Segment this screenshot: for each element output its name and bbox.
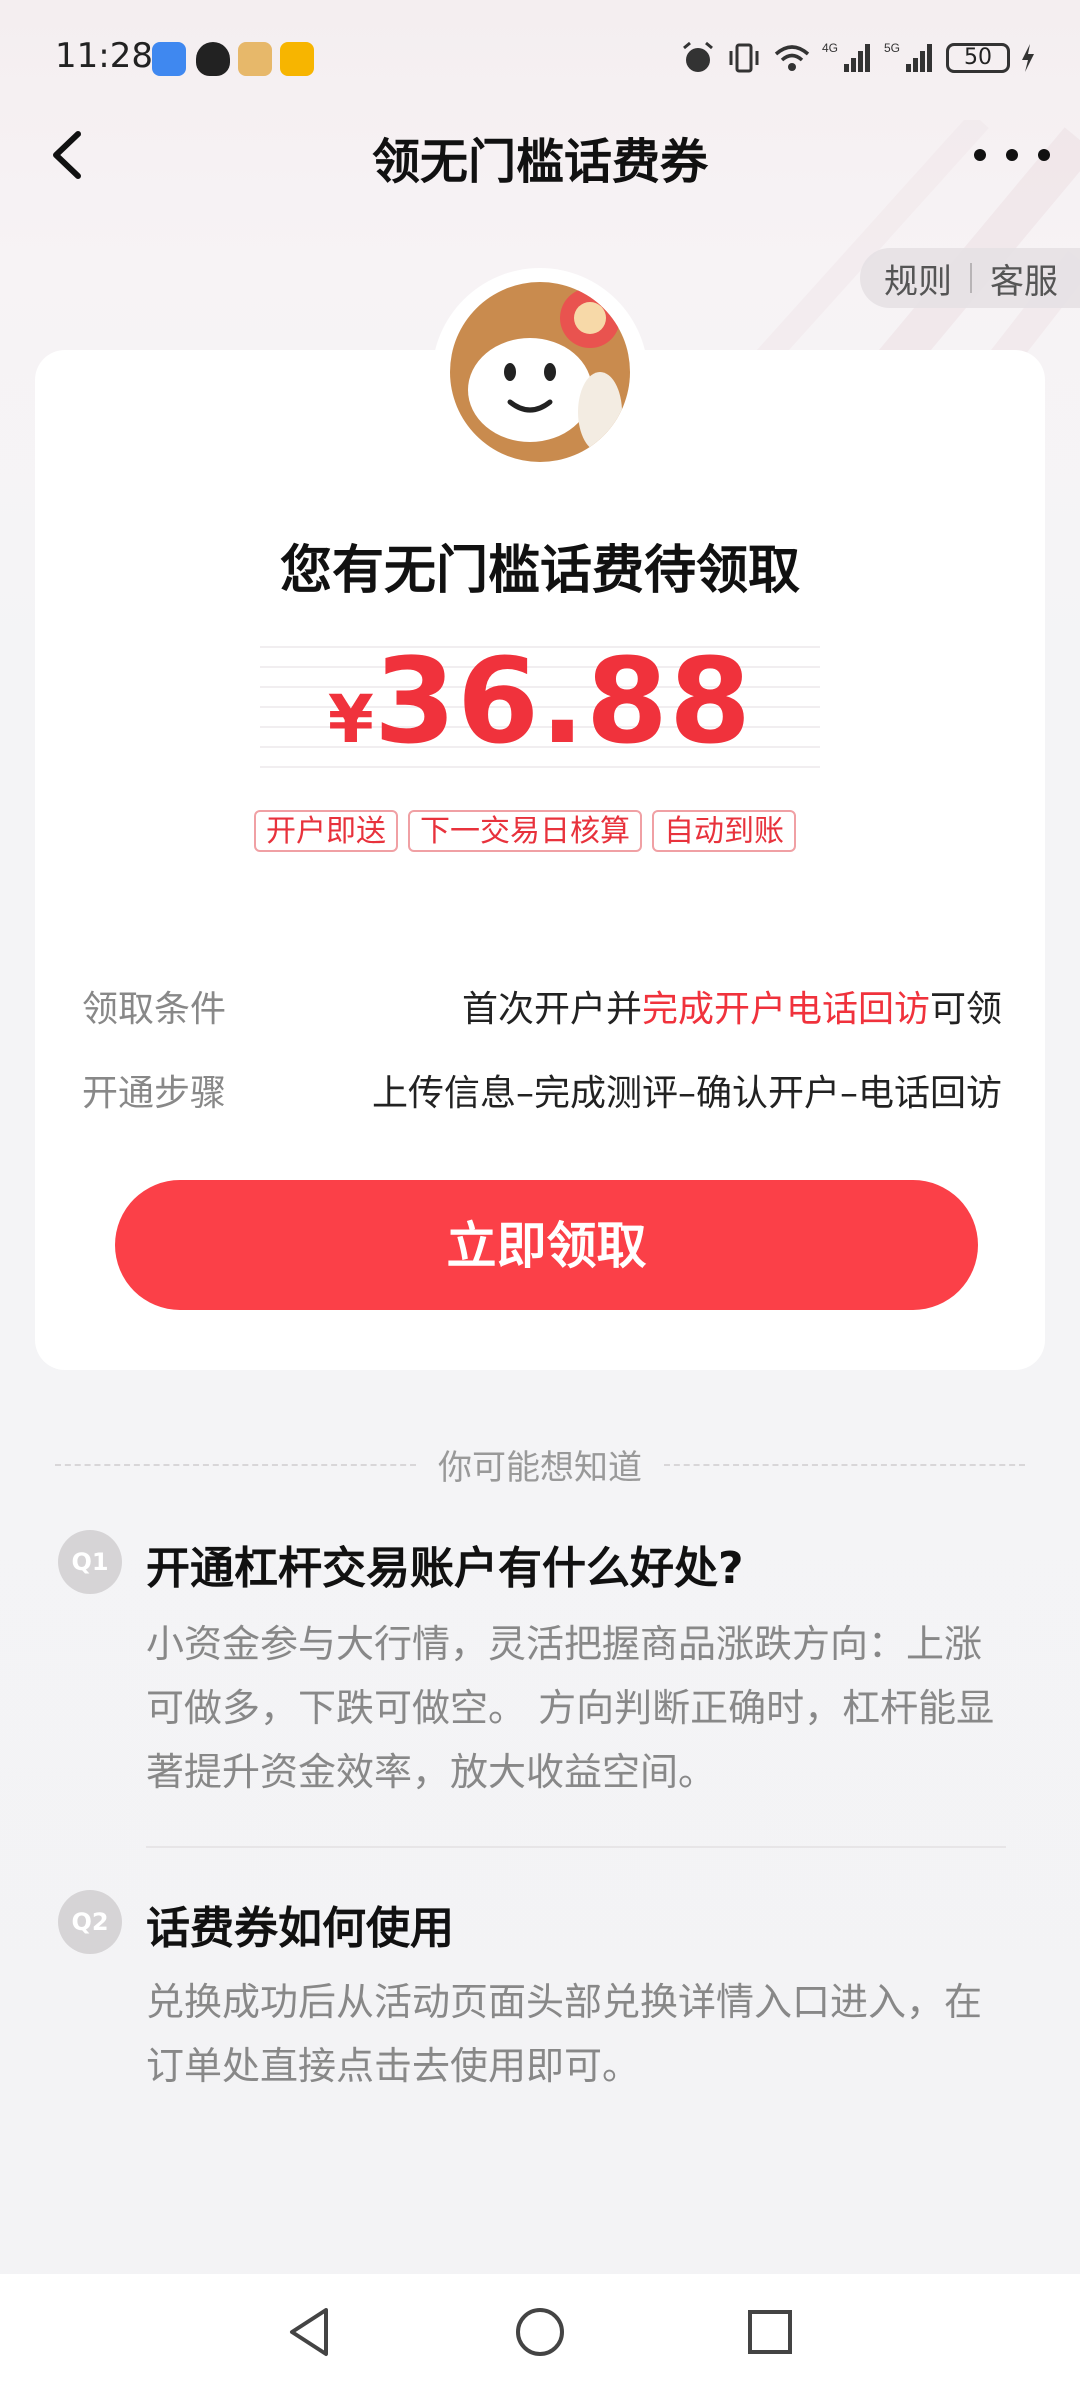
nav-home-icon[interactable] (512, 2304, 568, 2360)
coupon-tags: 开户即送 下一交易日核算 自动到账 (254, 810, 796, 852)
page-title: 领无门槛话费券 (371, 134, 708, 190)
rules-service-pill: 规则 客服 (860, 248, 1080, 308)
more-options-button[interactable] (974, 140, 1050, 170)
coupon-title: 您有无门槛话费待领取 (279, 541, 800, 601)
tag-instant: 开户即送 (254, 810, 398, 852)
faq-heading-label: 你可能想知道 (438, 1448, 642, 1488)
game-app-icon (238, 42, 272, 76)
signal-4g-icon: 4G (822, 41, 870, 72)
coupon-amount: ¥36.88 (0, 632, 1080, 770)
mail-icon (280, 42, 314, 76)
charging-icon (1022, 44, 1034, 72)
faq-separator (146, 1846, 1006, 1848)
conditions-value: 首次开户并完成开户电话回访可领 (462, 980, 1002, 1032)
mascot-avatar (450, 282, 630, 462)
faq-heading: 你可能想知道 (55, 1440, 1025, 1489)
divider-line (55, 1463, 416, 1466)
faq-answer: 兑换成功后从活动页面头部兑换详情入口进入，在订单处直接点击去使用即可。 (146, 1980, 983, 2088)
conditions-highlight: 完成开户电话回访 (641, 989, 930, 1030)
more-dot-icon (974, 149, 986, 161)
claim-now-button[interactable]: 立即领取 (115, 1180, 978, 1310)
more-dot-icon (1006, 149, 1018, 161)
notification-app-icon (152, 42, 186, 76)
currency-symbol: ¥ (327, 681, 374, 758)
status-time: 11:28 (55, 36, 153, 76)
faq-question: 话费券如何使用 (146, 1903, 454, 1954)
vibrate-icon (729, 43, 759, 73)
nav-recents-icon[interactable] (742, 2304, 798, 2360)
steps-label: 开通步骤 (82, 1073, 227, 1114)
divider-line (664, 1463, 1025, 1466)
faq-badge-q2: Q2 (58, 1890, 122, 1954)
system-navigation-bar (0, 2274, 1080, 2388)
wifi-icon (774, 45, 810, 71)
tag-settlement: 下一交易日核算 (408, 810, 642, 852)
customer-service-link[interactable]: 客服 (972, 254, 1058, 303)
status-indicators: 4G 5G 50 (680, 38, 1036, 78)
page: 11:28 4G 5G 50 领无门槛话费券 规则 客服 您有无门槛话费待领取 … (0, 0, 1080, 2388)
faq-question: 开通杠杆交易账户有什么好处? (146, 1543, 744, 1594)
conditions-prefix: 首次开户并 (461, 989, 642, 1030)
steps-row: 开通步骤 上传信息–完成测评–确认开户–电话回访 (82, 1064, 1002, 1116)
svg-text:5G: 5G (884, 41, 900, 55)
nav-back-icon[interactable] (282, 2304, 338, 2360)
more-dot-icon (1038, 149, 1050, 161)
rules-link[interactable]: 规则 (860, 254, 952, 303)
amount-value: 36.88 (373, 632, 753, 770)
steps-value: 上传信息–完成测评–确认开户–电话回访 (371, 1073, 1002, 1114)
conditions-suffix: 可领 (929, 989, 1002, 1030)
faq-answer: 小资金参与大行情，灵活把握商品涨跌方向：上涨可做多，下跌可做空。 方向判断正确时… (146, 1622, 995, 1794)
tag-auto-credit: 自动到账 (652, 810, 796, 852)
faq-badge-q1: Q1 (58, 1530, 122, 1594)
status-bar: 11:28 4G 5G 50 (0, 0, 1080, 120)
alarm-icon (683, 41, 713, 72)
conditions-label: 领取条件 (82, 989, 227, 1030)
conditions-row: 领取条件 首次开户并完成开户电话回访可领 (82, 980, 1002, 1032)
qq-icon (196, 42, 230, 76)
signal-5g-icon: 5G (884, 41, 932, 72)
battery-indicator: 50 (946, 43, 1010, 73)
svg-text:4G: 4G (822, 41, 838, 55)
